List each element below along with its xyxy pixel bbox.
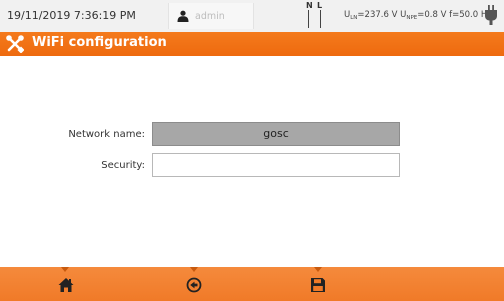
connection-indicator: N L	[306, 0, 328, 30]
title-bar: WiFi configuration	[0, 32, 504, 56]
conn-l-label: L	[317, 1, 323, 10]
user-name: admin	[195, 11, 225, 22]
network-name-field[interactable]: gosc	[152, 122, 400, 146]
uln-sub: LN	[350, 15, 358, 21]
datetime: 19/11/2019 7:36:19 PM	[7, 9, 136, 22]
save-notch	[314, 267, 322, 272]
bottom-toolbar	[0, 267, 504, 301]
plug-icon	[485, 5, 497, 25]
conn-l-bar	[320, 10, 321, 28]
network-name-label: Network name:	[68, 129, 145, 140]
home-icon[interactable]	[58, 277, 74, 293]
tools-icon	[6, 35, 24, 53]
status-bar: 19/11/2019 7:36:19 PM admin N L ULN=237.…	[0, 0, 504, 32]
security-label: Security:	[101, 160, 145, 171]
user-icon	[177, 10, 189, 22]
unpe-sub: NPE	[406, 15, 418, 21]
home-notch	[61, 267, 69, 272]
conn-n-label: N	[306, 1, 313, 10]
measurement-readout: ULN=237.6 V UNPE=0.8 V f=50.0 Hz	[344, 10, 492, 21]
uln-value: =237.6 V	[357, 10, 398, 20]
back-notch	[190, 267, 198, 272]
back-icon[interactable]	[186, 277, 202, 293]
user-indicator[interactable]: admin	[168, 3, 254, 29]
save-icon[interactable]	[310, 277, 326, 293]
conn-n-bar	[308, 10, 309, 28]
security-field[interactable]	[152, 153, 400, 177]
unpe-value: =0.8 V	[417, 10, 447, 20]
page-title: WiFi configuration	[32, 35, 167, 50]
